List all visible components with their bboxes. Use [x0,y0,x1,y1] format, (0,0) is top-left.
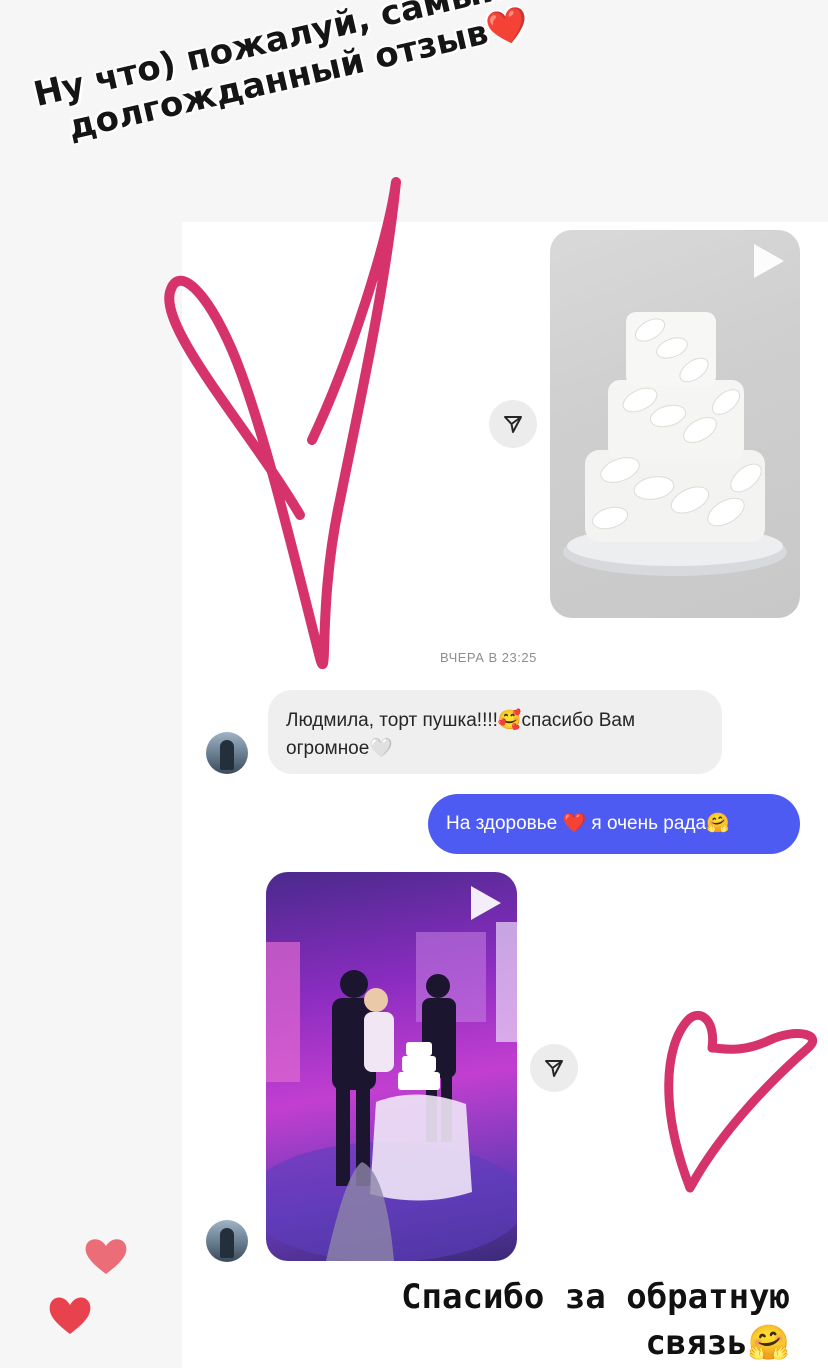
avatar[interactable] [206,1220,248,1262]
paper-plane-icon [545,1060,563,1077]
outgoing-message-bubble[interactable]: На здоровье ❤️ я очень рада🤗 [428,794,800,854]
share-button-cake[interactable] [489,400,537,448]
caption-bottom-line1: Спасибо за обратную [401,1277,790,1317]
cake-illustration [563,312,787,576]
heart-icon [49,1297,91,1334]
party-illustration [266,922,517,1261]
play-icon[interactable] [754,244,784,278]
message-timestamp: ВЧЕРА В 23:25 [440,650,537,665]
story-caption-top: Ну что) пожалуй, самый долгожданный отзы… [30,0,555,154]
play-icon[interactable] [471,886,501,920]
incoming-message-bubble[interactable]: Людмила, торт пушка!!!!🥰спасибо Вам огро… [268,690,722,774]
paper-plane-icon [504,416,522,433]
avatar[interactable] [206,732,248,774]
party-video-thumbnail[interactable] [266,872,517,1261]
heart-icon [85,1239,127,1274]
caption-bottom-line2: связь🤗 [645,1323,790,1363]
share-button-party[interactable] [530,1044,578,1092]
story-caption-bottom: Спасибо за обратную связь🤗 [360,1274,790,1366]
cake-video-thumbnail[interactable] [550,230,800,618]
